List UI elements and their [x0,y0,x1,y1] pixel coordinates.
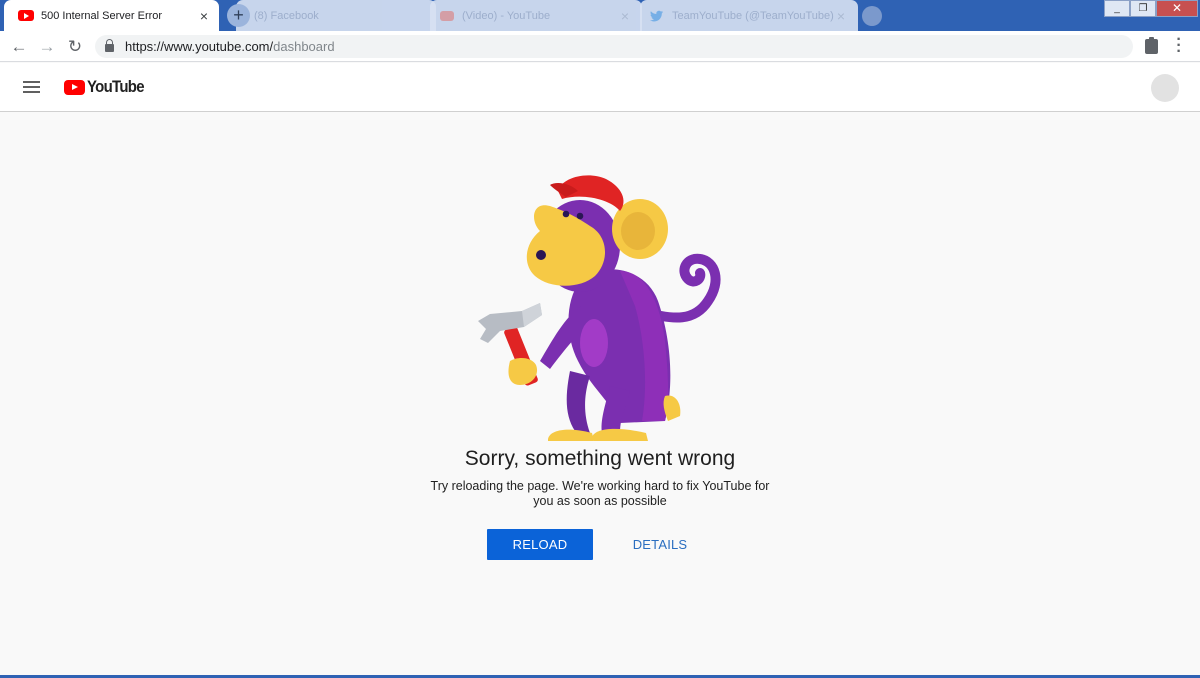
address-bar[interactable]: https://www.youtube.com/dashboard [95,35,1133,58]
tab-close-icon[interactable]: × [834,9,848,23]
tab-close-icon[interactable]: × [618,9,632,23]
avatar[interactable] [1151,74,1179,102]
details-button[interactable]: DETAILS [620,529,700,560]
forward-arrow-icon[interactable]: → [36,36,58,58]
youtube-logo[interactable]: YouTube [64,77,152,97]
twitter-favicon-icon [650,10,664,22]
tab-title: (Video) - YouTube [462,9,551,22]
reload-icon[interactable]: ↻ [64,36,86,58]
browser-tab-strip: 500 Internal Server Error × + (8) Facebo… [0,0,1200,31]
browser-menu-icon[interactable]: · · · [1173,32,1185,60]
clipboard-extension-icon[interactable] [1145,37,1158,54]
youtube-favicon-icon [440,10,454,21]
url-path: dashboard [273,39,335,54]
error-page: Sorry, something went wrong Try reloadin… [0,113,1200,678]
tab-title: TeamYouTube (@TeamYouTube) / [672,9,834,22]
tab-background[interactable]: TeamYouTube (@TeamYouTube) / × [640,0,858,31]
url-host: https://www.youtube.com/ [125,39,274,54]
tab-title: 500 Internal Server Error [41,9,163,22]
youtube-logo-text: YouTube [87,77,145,96]
browser-toolbar: ← → ↻ https://www.youtube.com/dashboard … [0,31,1200,62]
tab-background[interactable]: (Video) - YouTube × [430,0,642,31]
tab-close-icon[interactable]: × [197,9,211,23]
back-arrow-icon[interactable]: ← [8,36,30,58]
tab-active[interactable]: 500 Internal Server Error × [4,0,219,31]
close-window-button[interactable]: ✕ [1156,0,1198,17]
maximize-button[interactable]: ❐ [1130,0,1156,17]
error-message: Try reloading the page. We're working ha… [430,479,770,508]
hamburger-menu-icon[interactable] [23,81,40,94]
youtube-masthead: YouTube [0,63,1200,112]
reload-button[interactable]: RELOAD [487,529,593,560]
tab-background[interactable]: (8) Facebook [236,0,436,31]
tab-title: (8) Facebook [254,9,319,22]
error-title: Sorry, something went wrong [464,447,736,470]
youtube-favicon-icon [18,10,34,21]
minimize-button[interactable]: _ [1104,0,1130,17]
monkey-with-hammer-illustration [478,175,721,441]
background-tab-indicator [862,6,882,26]
youtube-play-icon [64,79,85,95]
new-tab-button[interactable]: + [227,4,250,27]
lock-icon [105,39,114,52]
window-controls: _ ❐ ✕ [1104,0,1198,17]
